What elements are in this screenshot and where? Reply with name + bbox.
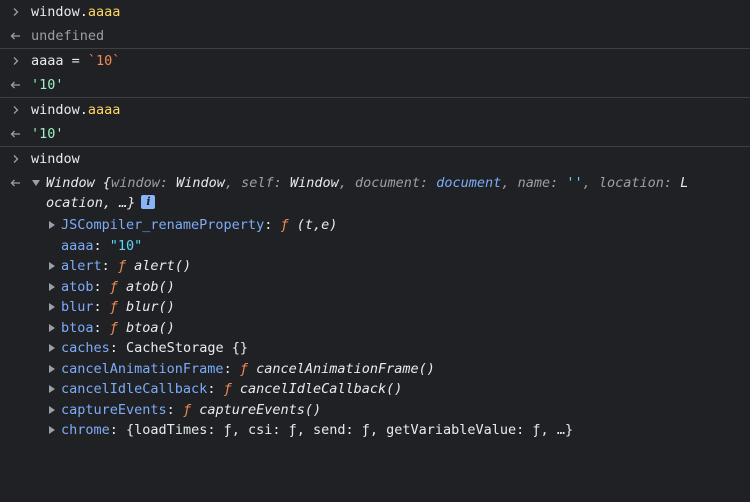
return-arrow-icon xyxy=(8,122,24,146)
chevron-right-icon xyxy=(8,98,24,122)
chevron-right-icon xyxy=(8,147,24,171)
triangle-down-icon[interactable] xyxy=(32,180,40,186)
property-name: atob xyxy=(61,278,94,295)
property-row[interactable]: JSCompiler_renameProperty: ƒ (t,e) xyxy=(0,215,750,236)
window-object-summary: Window {window: Window, self: Window, do… xyxy=(46,175,689,191)
property-name: blur xyxy=(61,299,94,315)
console-input-text: window.aaaa xyxy=(31,102,121,118)
return-arrow-icon xyxy=(8,73,24,97)
property-name: chrome xyxy=(61,422,110,438)
property-row[interactable]: btoa: ƒ btoa() xyxy=(0,318,750,339)
property-row[interactable]: alert: ƒ alert() xyxy=(0,256,750,277)
console-output-value: undefined xyxy=(31,28,105,44)
triangle-right-icon[interactable] xyxy=(49,405,55,414)
console-input-line[interactable]: window.aaaa xyxy=(0,0,750,24)
return-arrow-icon xyxy=(8,171,24,195)
window-object-header[interactable]: Window {window: Window, self: Window, do… xyxy=(0,171,750,195)
console-input-text: aaaa = `10` xyxy=(31,53,121,69)
console-input-text: window.aaaa xyxy=(31,4,121,20)
triangle-right-icon[interactable] xyxy=(49,303,55,311)
triangle-right-icon[interactable] xyxy=(49,221,55,229)
return-arrow-icon xyxy=(8,24,24,48)
console-input-line[interactable]: window.aaaa xyxy=(0,98,750,122)
property-row[interactable]: cancelAnimationFrame: ƒ cancelAnimationF… xyxy=(0,359,750,380)
console-output-line: undefined xyxy=(0,24,750,48)
property-name: JSCompiler_renameProperty xyxy=(61,217,265,233)
console-input-line[interactable]: window xyxy=(0,147,750,171)
window-object-summary-continuation: ocation, …} i xyxy=(0,195,750,215)
console-panel: window.aaaa undefined aaaa = `10` '10' w… xyxy=(0,0,750,449)
console-output-value: '10' xyxy=(31,126,64,142)
console-output-line: '10' xyxy=(0,73,750,97)
console-output-line: '10' xyxy=(0,122,750,146)
chevron-right-icon xyxy=(8,49,24,73)
triangle-right-icon[interactable] xyxy=(49,323,55,332)
chevron-right-icon xyxy=(8,0,24,24)
property-name: cancelAnimationFrame xyxy=(61,360,224,377)
info-icon[interactable]: i xyxy=(141,195,156,209)
property-name: cancelIdleCallback xyxy=(61,381,208,397)
property-row[interactable]: atob: ƒ atob() xyxy=(0,277,750,298)
console-input-line[interactable]: aaaa = `10` xyxy=(0,49,750,73)
property-row[interactable]: aaaa: "10" xyxy=(0,236,750,257)
property-row[interactable]: caches: CacheStorage {} xyxy=(0,338,750,359)
triangle-right-icon[interactable] xyxy=(49,385,55,393)
triangle-right-icon[interactable] xyxy=(49,364,55,373)
triangle-right-icon[interactable] xyxy=(49,282,55,291)
triangle-right-icon[interactable] xyxy=(49,344,55,352)
console-input-text: window xyxy=(31,151,80,167)
property-name: caches xyxy=(61,340,110,356)
triangle-right-icon[interactable] xyxy=(49,262,55,270)
property-row[interactable]: cancelIdleCallback: ƒ cancelIdleCallback… xyxy=(0,379,750,400)
triangle-right-icon[interactable] xyxy=(49,426,55,434)
property-row[interactable]: chrome: {loadTimes: ƒ, csi: ƒ, send: ƒ, … xyxy=(0,420,750,441)
property-name: captureEvents xyxy=(61,401,167,418)
console-output-value: '10' xyxy=(31,77,64,93)
window-properties-list: JSCompiler_renameProperty: ƒ (t,e) aaaa:… xyxy=(0,215,750,441)
property-name: btoa xyxy=(61,319,94,336)
property-row[interactable]: blur: ƒ blur() xyxy=(0,297,750,318)
property-name: alert xyxy=(61,258,102,274)
property-name: aaaa xyxy=(61,237,94,254)
property-row[interactable]: captureEvents: ƒ captureEvents() xyxy=(0,400,750,421)
